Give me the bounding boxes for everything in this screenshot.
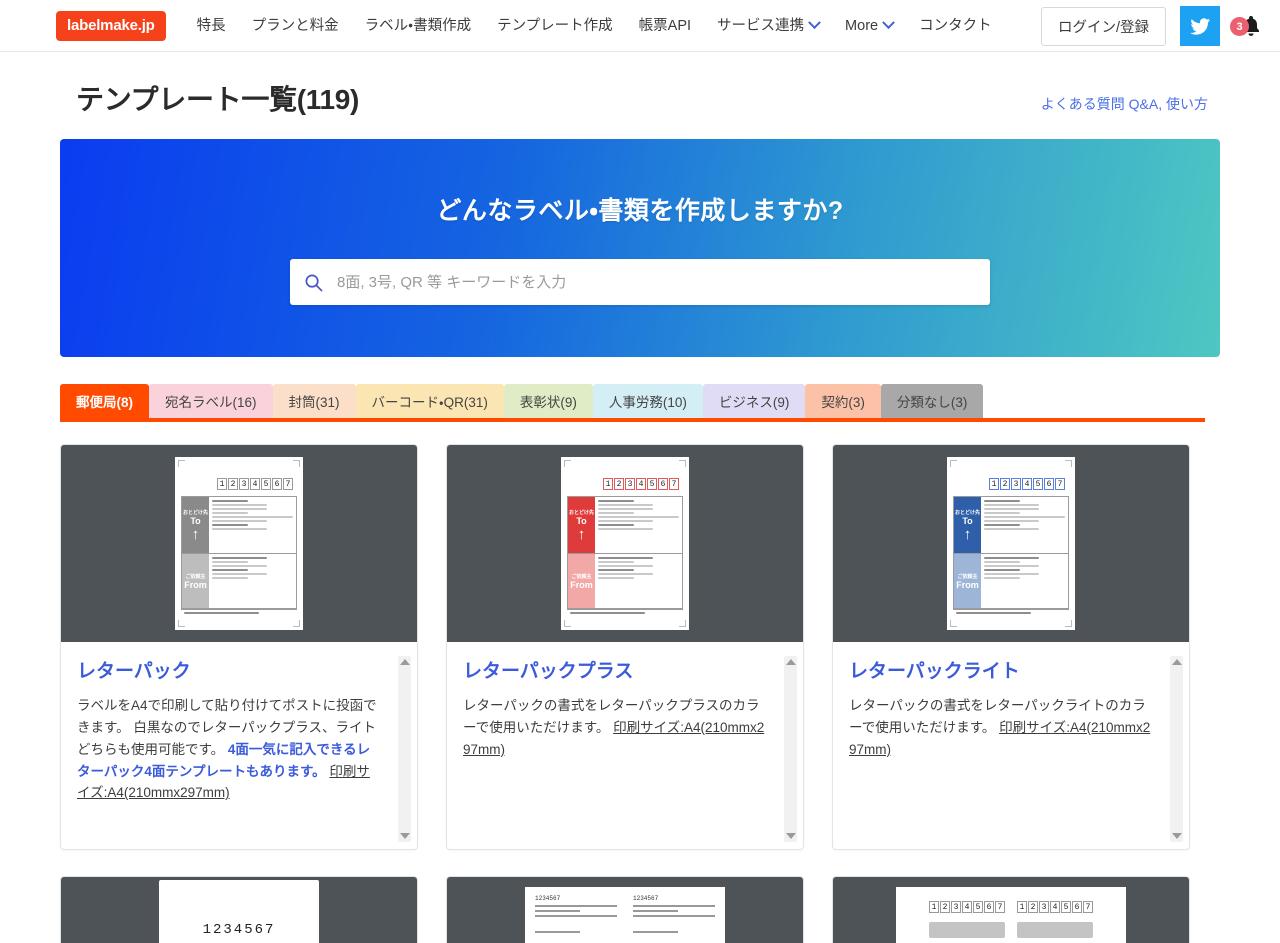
template-card[interactable]: 1234 567 おとどけ先 To ↑	[446, 444, 804, 850]
hero-search-banner: どんなラベル・書類を作成しますか?	[60, 139, 1220, 357]
category-tabs: 郵便局(8) 宛名ラベル(16) 封筒(31) バーコード・QR(31) 表彰状…	[60, 384, 1220, 418]
zip-code-boxes: 1234 567	[953, 478, 1065, 490]
two-zipbox-preview: 1234 567 1234 567	[896, 887, 1126, 943]
template-thumbnail[interactable]: 1234 567 おとどけ先 To ↑ ご依頼主 From	[833, 445, 1189, 642]
template-thumbnail[interactable]: 1234567 1234567	[447, 877, 803, 943]
nav-item-template-create[interactable]: テンプレート作成	[484, 0, 626, 52]
scroll-down-icon[interactable]	[399, 833, 410, 839]
tab-post-office[interactable]: 郵便局(8)	[60, 384, 149, 418]
nav-links: 特長 プランと料金 ラベル・書類作成 テンプレート作成 帳票API サービス連携…	[184, 0, 1005, 52]
zip-code-boxes: 1234 567	[181, 478, 293, 490]
page-header: テンプレート一覧(119) よくある質問 Q&A, 使い方	[0, 52, 1280, 118]
template-thumbnail[interactable]: 1234 567 おとどけ先 To ↑ ご依頼主 From	[447, 445, 803, 642]
zip-text: 1234567	[535, 895, 561, 902]
template-description: ラベルをA4で印刷して貼り付けてポストに投函できます。 白黒なのでレターパックプ…	[77, 695, 401, 804]
template-thumbnail[interactable]: 1234 567 1234 567	[833, 877, 1189, 943]
nav-right-actions: ログイン/登録 3	[1040, 0, 1266, 52]
nav-item-service-integration-label: サービス連携	[717, 17, 805, 34]
description-scrollbar[interactable]	[784, 656, 797, 842]
nav-item-form-api[interactable]: 帳票API	[626, 0, 704, 52]
nav-item-label-document-create[interactable]: ラベル・書類作成	[352, 0, 484, 52]
tab-contract[interactable]: 契約(3)	[805, 384, 881, 418]
zip-code-boxes: 1234 567	[567, 478, 679, 490]
description-scrollbar[interactable]	[1170, 656, 1183, 842]
zip-text: 1234567	[633, 895, 659, 902]
zip-single-preview: 1234567	[159, 880, 319, 943]
two-column-preview: 1234567 1234567	[525, 887, 725, 943]
brand-logo[interactable]: labelmake.jp	[56, 10, 166, 41]
template-description: レターパックの書式をレターパックライトのカラーで使用いただけます。 印刷サイズ:…	[849, 695, 1173, 761]
chevron-down-icon	[882, 16, 895, 30]
description-scrollbar[interactable]	[398, 656, 411, 842]
nav-item-contact[interactable]: コンタクト	[906, 0, 1005, 52]
nav-item-more[interactable]: More	[832, 0, 906, 52]
letterpack-preview-red: 1234 567 おとどけ先 To ↑ ご依頼主 From	[561, 457, 689, 630]
chevron-down-icon	[808, 16, 821, 30]
template-card[interactable]: 1234 567 おとどけ先 To ↑	[60, 444, 418, 850]
tab-award[interactable]: 表彰状(9)	[503, 384, 593, 418]
template-card-body: レターパック ラベルをA4で印刷して貼り付けてポストに投函できます。 白黒なので…	[61, 642, 417, 849]
template-grid: 1234 567 おとどけ先 To ↑ ご依頼主 From レターパック ラベル…	[60, 444, 1220, 943]
search-input[interactable]	[335, 272, 976, 292]
scroll-up-icon[interactable]	[399, 659, 410, 665]
template-thumbnail[interactable]: 1234 567 おとどけ先 To ↑ ご依頼主 From	[61, 445, 417, 642]
from-block: ご依頼主 From	[182, 554, 209, 608]
template-card-body: レターパックプラス レターパックの書式をレターパックプラスのカラーで使用いただけ…	[447, 642, 803, 849]
nav-item-features[interactable]: 特長	[184, 0, 239, 52]
tab-address-label[interactable]: 宛名ラベル(16)	[149, 384, 273, 418]
login-register-button[interactable]: ログイン/登録	[1040, 6, 1166, 46]
tab-envelope[interactable]: 封筒(31)	[272, 384, 356, 418]
template-card[interactable]: 1234567	[60, 876, 418, 943]
tab-barcode-qr[interactable]: バーコード・QR(31)	[355, 384, 504, 418]
tab-uncategorized[interactable]: 分類なし(3)	[880, 384, 984, 418]
template-title[interactable]: レターパック	[77, 656, 401, 683]
notification-badge: 3	[1230, 17, 1249, 36]
nav-item-service-integration[interactable]: サービス連携	[704, 0, 832, 52]
nav-item-plans-pricing[interactable]: プランと料金	[239, 0, 352, 52]
search-icon	[304, 273, 323, 292]
scroll-up-icon[interactable]	[1171, 659, 1182, 665]
template-description: レターパックの書式をレターパックプラスのカラーで使用いただけます。 印刷サイズ:…	[463, 695, 787, 761]
scroll-down-icon[interactable]	[785, 833, 796, 839]
from-block: ご依頼主 From	[568, 554, 595, 608]
nav-item-more-label: More	[845, 17, 879, 34]
scroll-down-icon[interactable]	[1171, 833, 1182, 839]
to-block: おとどけ先 To ↑	[182, 497, 209, 554]
template-thumbnail[interactable]: 1234567	[61, 877, 417, 943]
letterpack-preview-mono: 1234 567 おとどけ先 To ↑ ご依頼主 From	[175, 457, 303, 630]
letterpack-preview-blue: 1234 567 おとどけ先 To ↑ ご依頼主 From	[947, 457, 1075, 630]
search-bar[interactable]	[290, 259, 990, 305]
to-block: おとどけ先 To ↑	[954, 497, 981, 554]
top-navbar: labelmake.jp 特長 プランと料金 ラベル・書類作成 テンプレート作成…	[0, 0, 1280, 52]
tab-business[interactable]: ビジネス(9)	[702, 384, 806, 418]
tabs-underline	[60, 418, 1205, 422]
twitter-icon[interactable]	[1180, 6, 1220, 46]
scroll-up-icon[interactable]	[785, 659, 796, 665]
notifications-button[interactable]: 3	[1230, 11, 1266, 41]
category-tabs-area: 郵便局(8) 宛名ラベル(16) 封筒(31) バーコード・QR(31) 表彰状…	[60, 384, 1220, 422]
page-title: テンプレート一覧(119)	[76, 84, 360, 115]
faq-help-link[interactable]: よくある質問 Q&A, 使い方	[1041, 94, 1208, 118]
template-card[interactable]: 1234567 1234567	[446, 876, 804, 943]
template-title[interactable]: レターパックライト	[849, 656, 1173, 683]
hero-title: どんなラベル・書類を作成しますか?	[436, 197, 844, 225]
template-title[interactable]: レターパックプラス	[463, 656, 787, 683]
template-card-body: レターパックライト レターパックの書式をレターパックライトのカラーで使用いただけ…	[833, 642, 1189, 849]
to-block: おとどけ先 To ↑	[568, 497, 595, 554]
template-card[interactable]: 1234 567 おとどけ先 To ↑	[832, 444, 1190, 850]
template-card[interactable]: 1234 567 1234 567	[832, 876, 1190, 943]
tab-hr-labor[interactable]: 人事労務(10)	[592, 384, 703, 418]
from-block: ご依頼主 From	[954, 554, 981, 608]
